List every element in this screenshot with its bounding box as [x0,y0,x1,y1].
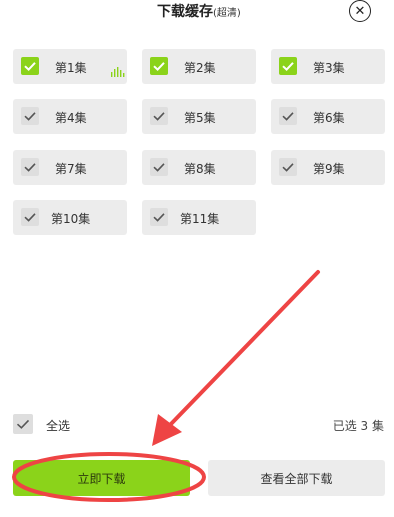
episode-label: 第2集 [184,61,216,75]
episode-9[interactable]: 第9集 [271,150,385,185]
episode-7[interactable]: 第7集 [13,150,127,185]
checkbox-unchecked-icon[interactable] [21,158,39,176]
episode-label: 第10集 [51,212,91,226]
checkbox-unchecked-icon[interactable] [279,107,297,125]
checkbox-unchecked-icon[interactable] [150,158,168,176]
checkbox-checked-icon[interactable] [21,57,39,75]
episode-5[interactable]: 第5集 [142,99,256,134]
episode-label: 第7集 [55,162,87,176]
selected-count: 已选 3 集 [332,419,384,433]
episode-8[interactable]: 第8集 [142,150,256,185]
annotation-arrowhead-icon [152,414,182,446]
checkbox-unchecked-icon[interactable] [279,158,297,176]
quality-label: (超清) [213,8,241,19]
episode-label: 第1集 [55,61,87,75]
episode-label: 第4集 [55,111,87,125]
checkbox-checked-icon[interactable] [150,57,168,75]
download-now-button[interactable]: 立即下载 [13,460,190,496]
episode-label: 第3集 [313,61,345,75]
episode-4[interactable]: 第4集 [13,99,127,134]
checkbox-checked-icon[interactable] [279,57,297,75]
episode-label: 第11集 [180,212,220,226]
episode-11[interactable]: 第11集 [142,200,256,235]
episode-label: 第8集 [184,162,216,176]
checkbox-unchecked-icon[interactable] [21,208,39,226]
checkbox-unchecked-icon[interactable] [150,107,168,125]
playing-wave-icon [111,67,125,77]
checkbox-unchecked-icon[interactable] [150,208,168,226]
episode-6[interactable]: 第6集 [271,99,385,134]
episode-label: 第9集 [313,162,345,176]
select-all-label: 全选 [46,419,71,433]
episode-2[interactable]: 第2集 [142,49,256,84]
episode-label: 第5集 [184,111,216,125]
close-icon[interactable]: ✕ [349,0,371,22]
header: 下载缓存(超清) ✕ [0,0,394,30]
checkbox-unchecked-icon[interactable] [21,107,39,125]
episode-10[interactable]: 第10集 [13,200,127,235]
episode-label: 第6集 [313,111,345,125]
page-title: 下载缓存(超清) [157,4,241,20]
select-all[interactable]: 全选 [13,414,133,436]
episode-1[interactable]: 第1集 [13,49,127,84]
episode-3[interactable]: 第3集 [271,49,385,84]
annotation-arrow-icon [168,270,320,427]
view-all-downloads-button[interactable]: 查看全部下载 [208,460,385,496]
checkbox-unchecked-icon[interactable] [13,414,33,434]
